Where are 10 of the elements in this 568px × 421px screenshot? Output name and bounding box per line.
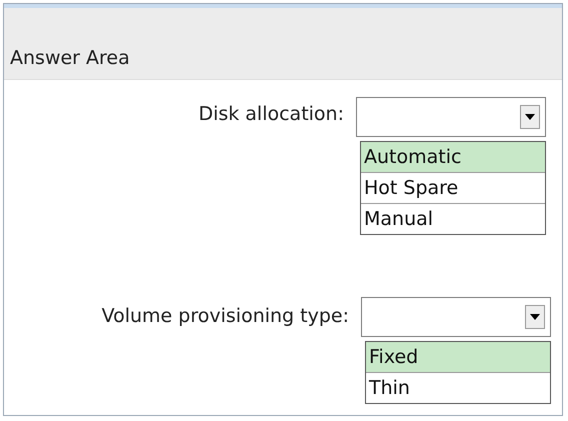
option-item[interactable]: Manual (361, 204, 545, 234)
option-item[interactable]: Hot Spare (361, 173, 545, 204)
dropdown[interactable] (356, 97, 546, 137)
option-item[interactable]: Thin (366, 373, 550, 403)
option-item[interactable]: Automatic (361, 142, 545, 173)
option-item[interactable]: Fixed (366, 342, 550, 373)
section-title: Answer Area (10, 47, 130, 69)
dropdown[interactable] (361, 297, 551, 337)
field-label: Disk allocation: (197, 102, 344, 125)
field-label: Volume provisioning type: (100, 304, 349, 327)
